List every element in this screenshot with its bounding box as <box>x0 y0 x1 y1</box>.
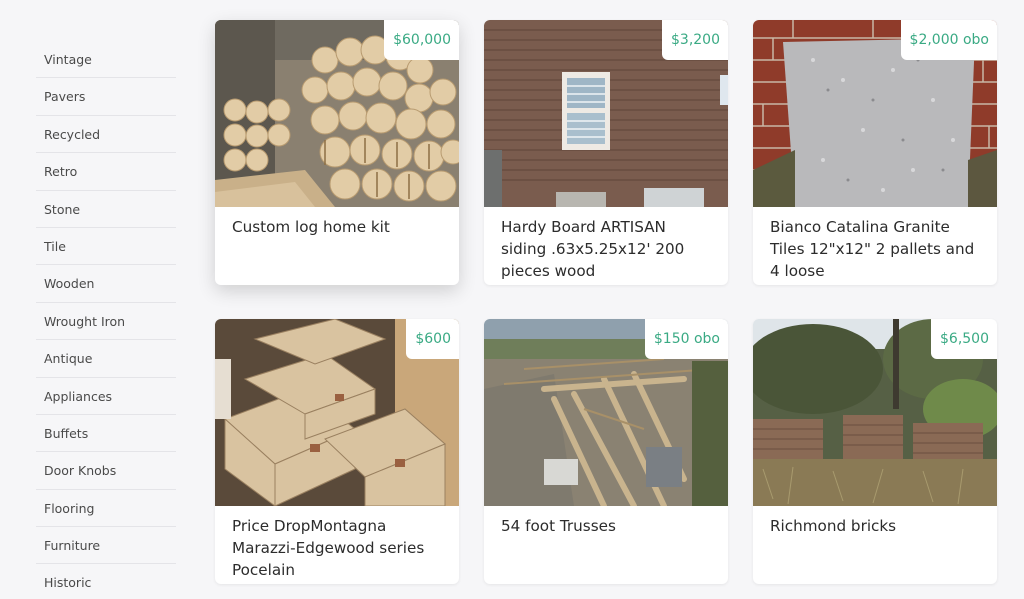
granite-tile-photo[interactable]: $2,000 obo <box>753 20 997 207</box>
listing-card[interactable]: $150 obo 54 foot Trusses <box>484 319 728 584</box>
listing-card[interactable]: $60,000 Custom log home kit <box>215 20 459 285</box>
porcelain-tile-boxes-photo[interactable]: $600 <box>215 319 459 506</box>
sidebar-item-recycled[interactable]: Recycled <box>36 116 176 154</box>
sidebar-item-wooden[interactable]: Wooden <box>36 265 176 303</box>
listing-title[interactable]: Bianco Catalina Granite Tiles 12"x12" 2 … <box>753 207 997 282</box>
siding-house-wall-photo[interactable]: $3,200 <box>484 20 728 207</box>
listing-title[interactable]: 54 foot Trusses <box>484 506 728 537</box>
listing-card[interactable]: $600 Price DropMontagna Marazzi-Edgewood… <box>215 319 459 584</box>
price-badge: $2,000 obo <box>900 20 997 60</box>
listing-title[interactable]: Hardy Board ARTISAN siding .63x5.25x12' … <box>484 207 728 282</box>
price-badge: $3,200 <box>662 20 728 60</box>
sidebar-item-antique[interactable]: Antique <box>36 340 176 378</box>
price-badge: $600 <box>406 319 459 359</box>
sidebar-item-door-knobs[interactable]: Door Knobs <box>36 452 176 490</box>
wood-trusses-photo[interactable]: $150 obo <box>484 319 728 506</box>
price-badge: $150 obo <box>644 319 728 359</box>
price-badge: $6,500 <box>931 319 997 359</box>
sidebar-item-vintage[interactable]: Vintage <box>36 41 176 79</box>
sidebar-item-pavers[interactable]: Pavers <box>36 78 176 116</box>
listing-title[interactable]: Custom log home kit <box>215 207 459 238</box>
price-badge: $60,000 <box>384 20 459 60</box>
listing-card[interactable]: $6,500 Richmond bricks <box>753 319 997 584</box>
listing-card[interactable]: $3,200 Hardy Board ARTISAN siding .63x5.… <box>484 20 728 285</box>
listing-title[interactable]: Price DropMontagna Marazzi-Edgewood seri… <box>215 506 459 581</box>
sidebar-item-furniture[interactable]: Furniture <box>36 527 176 565</box>
brick-pile-photo[interactable]: $6,500 <box>753 319 997 506</box>
sidebar-item-wrought-iron[interactable]: Wrought Iron <box>36 303 176 341</box>
listing-card[interactable]: $2,000 obo Bianco Catalina Granite Tiles… <box>753 20 997 285</box>
category-sidebar: Vintage Pavers Recycled Retro Stone Tile… <box>36 41 176 599</box>
sidebar-item-stone[interactable]: Stone <box>36 191 176 228</box>
sidebar-item-buffets[interactable]: Buffets <box>36 415 176 453</box>
log-home-kit-photo[interactable]: $60,000 <box>215 20 459 207</box>
sidebar-item-retro[interactable]: Retro <box>36 153 176 191</box>
sidebar-item-tile[interactable]: Tile <box>36 228 176 266</box>
sidebar-item-appliances[interactable]: Appliances <box>36 378 176 415</box>
sidebar-item-flooring[interactable]: Flooring <box>36 490 176 528</box>
sidebar-item-historic[interactable]: Historic <box>36 564 176 599</box>
listing-title[interactable]: Richmond bricks <box>753 506 997 537</box>
